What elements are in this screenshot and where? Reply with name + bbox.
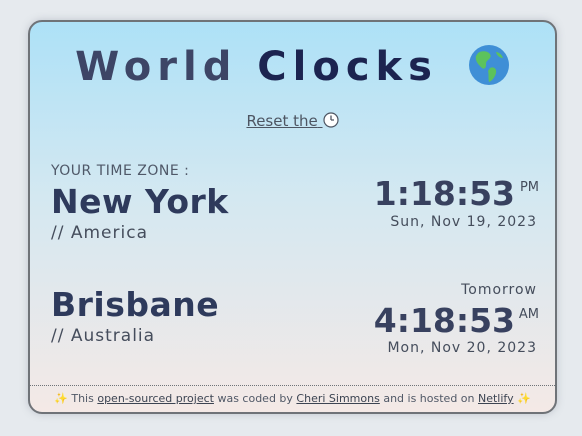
title-word-world: World (75, 44, 238, 90)
page-title: World Clocks (30, 44, 555, 90)
local-date: Sun, Nov 19, 2023 (390, 214, 537, 230)
local-region-name: // America (51, 223, 148, 243)
sparkle-icon: ✨ (517, 392, 531, 405)
globe-americas-icon (468, 44, 510, 86)
reset-button[interactable]: Reset the (246, 112, 339, 132)
title-word-clocks: Clocks (257, 44, 438, 90)
sparkle-icon: ✨ (54, 392, 68, 405)
local-city-name: New York (51, 182, 229, 221)
footer: ✨ This open-sourced project was coded by… (30, 392, 555, 405)
world-clocks-card: World Clocks Reset the YOUR TIME ZONE : (28, 20, 557, 414)
reset-label: Reset the (246, 112, 318, 130)
local-time: 1:18:53 (373, 174, 515, 213)
clock-icon (322, 112, 339, 132)
remote-city-name: Brisbane (51, 285, 220, 324)
netlify-link[interactable]: Netlify (478, 392, 514, 405)
author-link[interactable]: Cheri Simmons (296, 392, 379, 405)
local-ampm: PM (519, 180, 539, 195)
open-source-project-link[interactable]: open-sourced project (97, 392, 214, 405)
remote-time: 4:18:53 (373, 301, 515, 340)
footer-text-this: This (71, 392, 94, 405)
remote-ampm: AM (518, 307, 539, 322)
remote-date: Mon, Nov 20, 2023 (387, 340, 537, 356)
footer-divider (30, 385, 555, 386)
day-offset-label: Tomorrow (461, 282, 537, 298)
footer-text-hosted-on: and is hosted on (383, 392, 475, 405)
your-time-zone-label: YOUR TIME ZONE : (51, 163, 190, 179)
remote-region-name: // Australia (51, 326, 156, 346)
reset-row: Reset the (30, 112, 555, 132)
footer-text-coded-by: was coded by (217, 392, 293, 405)
